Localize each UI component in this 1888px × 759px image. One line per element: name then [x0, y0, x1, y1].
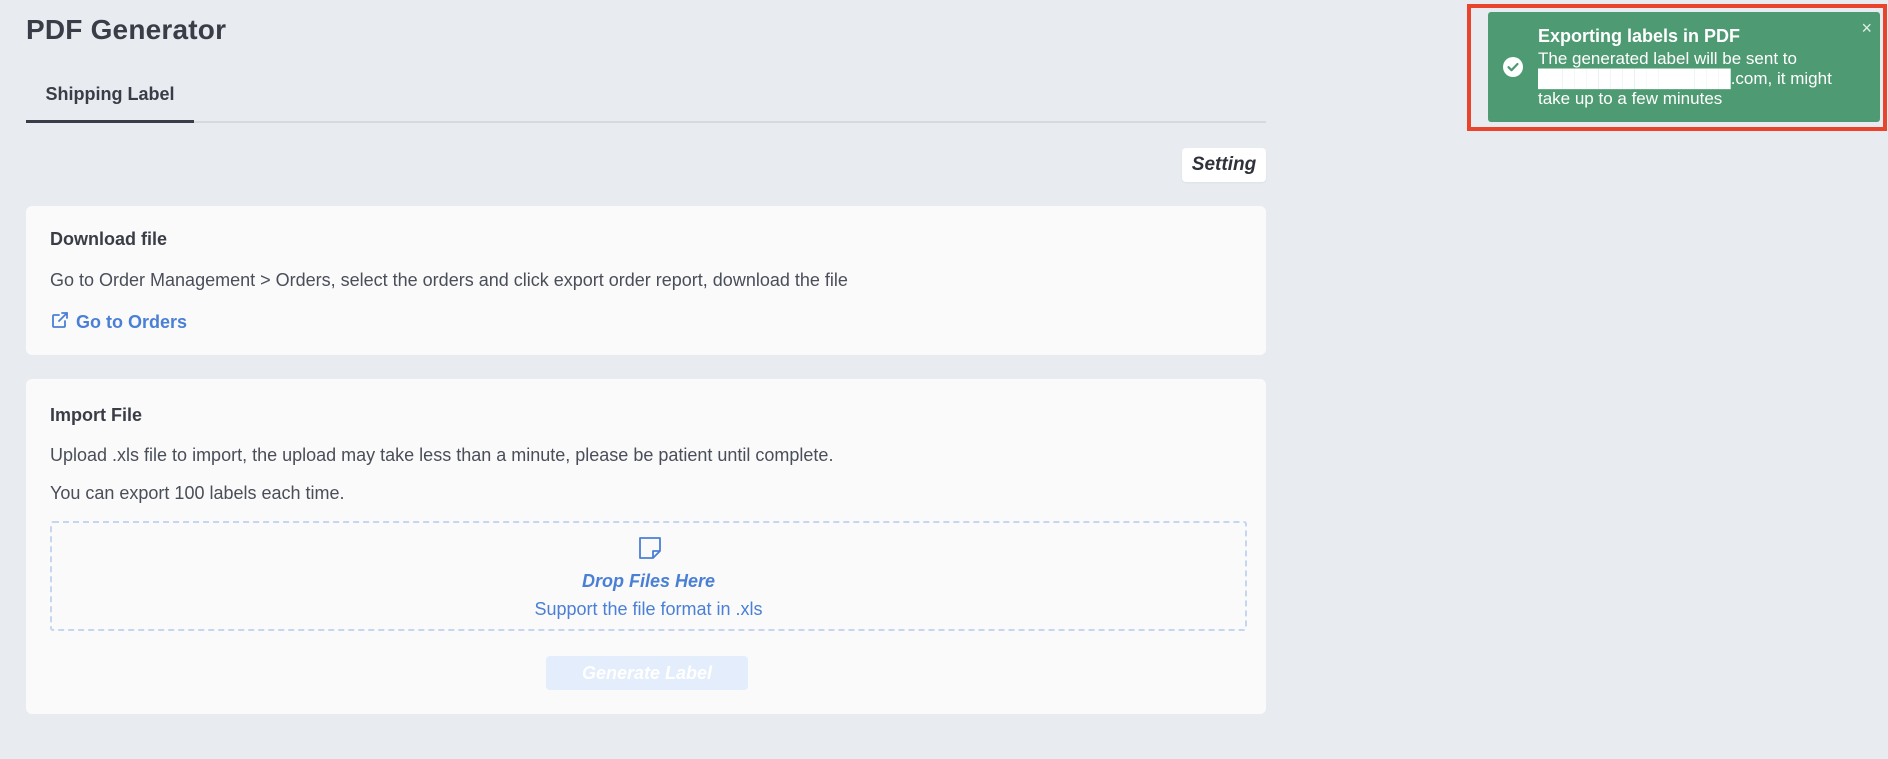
file-dropzone[interactable]: Drop Files Here Support the file format … — [50, 521, 1247, 631]
file-note-icon — [637, 535, 663, 561]
import-file-description: Upload .xls file to import, the upload m… — [50, 445, 834, 465]
check-circle-icon — [1502, 56, 1524, 78]
external-link-icon — [50, 310, 70, 335]
setting-button[interactable]: Setting — [1182, 148, 1266, 182]
dropzone-subtitle: Support the file format in .xls — [534, 599, 763, 619]
download-file-card: Download file Go to Order Management > O… — [26, 206, 1266, 355]
import-file-title: Import File — [50, 405, 143, 425]
import-file-card: Import File Upload .xls file to import, … — [26, 379, 1266, 714]
generate-label-button[interactable]: Generate Label — [546, 656, 748, 690]
export-limit-note: You can export 100 labels each time. — [50, 483, 345, 503]
page-title: PDF Generator — [26, 14, 227, 45]
download-file-title: Download file — [50, 229, 167, 249]
close-icon[interactable]: × — [1861, 18, 1872, 39]
export-toast: Exporting labels in PDF The generated la… — [1488, 12, 1880, 122]
download-file-description: Go to Order Management > Orders, select … — [50, 270, 848, 290]
tab-shipping-label[interactable]: Shipping Label — [26, 80, 194, 123]
toast-title: Exporting labels in PDF — [1538, 26, 1741, 46]
go-to-orders-link[interactable]: Go to Orders — [50, 310, 187, 335]
go-to-orders-label: Go to Orders — [76, 312, 188, 332]
tab-bar: Shipping Label — [26, 80, 1266, 123]
dropzone-title: Drop Files Here — [581, 571, 716, 591]
toast-message: The generated label will be sent to ████… — [1538, 49, 1832, 108]
